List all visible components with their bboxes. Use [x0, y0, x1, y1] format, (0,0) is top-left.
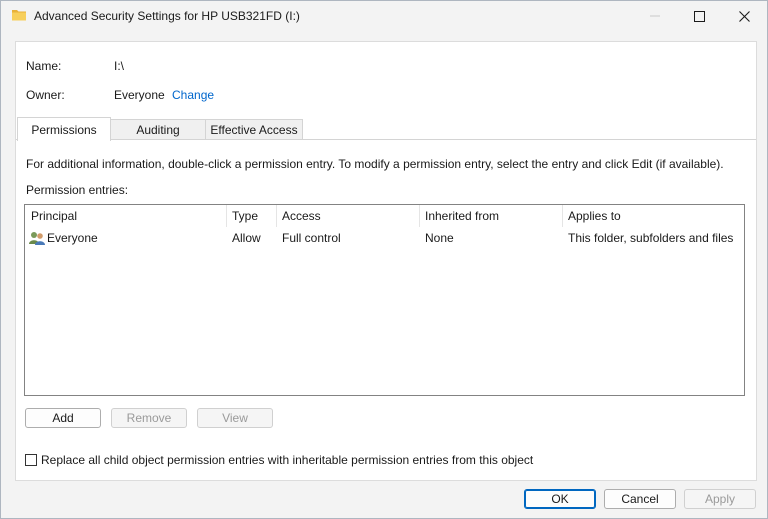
cell-access: Full control — [282, 231, 341, 245]
instructions-text: For additional information, double-click… — [26, 157, 724, 171]
owner-value: Everyone — [114, 88, 165, 102]
name-label: Name: — [26, 59, 62, 73]
column-header-principal[interactable]: Principal — [25, 205, 226, 227]
column-header-inherited-from[interactable]: Inherited from — [419, 205, 562, 227]
users-icon — [29, 232, 45, 245]
permission-entries-label: Permission entries: — [26, 183, 129, 197]
close-button[interactable] — [721, 1, 767, 31]
tab-divider — [16, 139, 756, 140]
close-icon — [738, 10, 750, 22]
change-owner-link[interactable]: Change — [172, 88, 214, 102]
title-bar[interactable]: Advanced Security Settings for HP USB321… — [1, 1, 767, 31]
tab-permissions[interactable]: Permissions — [17, 117, 111, 141]
cell-inherited-from: None — [425, 231, 454, 245]
cancel-button[interactable]: Cancel — [604, 489, 676, 509]
minimize-button[interactable] — [632, 1, 678, 31]
cell-type: Allow — [232, 231, 261, 245]
minimize-icon — [650, 15, 660, 17]
column-header-access[interactable]: Access — [276, 205, 419, 227]
column-header-applies-to[interactable]: Applies to — [562, 205, 744, 227]
tab-effective-access[interactable]: Effective Access — [205, 119, 303, 140]
maximize-button[interactable] — [676, 1, 722, 31]
ok-button[interactable]: OK — [524, 489, 596, 509]
tab-auditing[interactable]: Auditing — [110, 119, 206, 140]
replace-child-permissions-label[interactable]: Replace all child object permission entr… — [41, 453, 533, 467]
owner-label: Owner: — [26, 88, 65, 102]
view-button[interactable]: View — [197, 408, 273, 428]
settings-panel: Name: I:\ Owner: Everyone Change Permiss… — [15, 41, 757, 481]
cell-applies-to: This folder, subfolders and files — [568, 231, 734, 245]
folder-icon — [12, 10, 26, 21]
window-title: Advanced Security Settings for HP USB321… — [34, 9, 300, 23]
remove-button[interactable]: Remove — [111, 408, 187, 428]
maximize-icon — [693, 10, 705, 22]
name-value: I:\ — [114, 59, 125, 73]
cell-principal: Everyone — [47, 231, 98, 245]
replace-child-permissions-checkbox[interactable] — [25, 454, 37, 466]
add-button[interactable]: Add — [25, 408, 101, 428]
permission-entries-list[interactable]: Principal Type Access Inherited from App… — [24, 204, 745, 396]
column-header-type[interactable]: Type — [226, 205, 276, 227]
security-settings-window: Advanced Security Settings for HP USB321… — [0, 0, 768, 519]
apply-button[interactable]: Apply — [684, 489, 756, 509]
